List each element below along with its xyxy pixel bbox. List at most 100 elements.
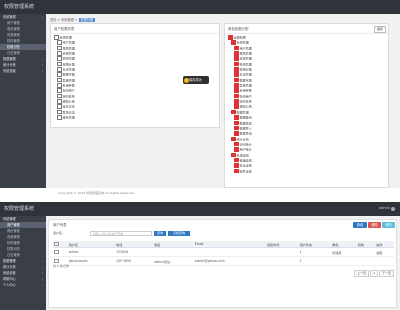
sidebar-item-label: 用户管理 <box>7 223 20 227</box>
add-button[interactable]: 新增 <box>353 222 367 228</box>
tree-node-label: 用户统计 <box>239 147 252 152</box>
tree-node-label: 数据导入 <box>239 126 252 131</box>
divider-strip: Copyright © 2016 权限管理系统 All Rights Reser… <box>0 188 400 202</box>
user-name[interactable]: admin <box>379 206 390 210</box>
checkbox-icon[interactable] <box>234 61 239 67</box>
table-cell <box>331 256 357 266</box>
save-button[interactable]: 保存 <box>374 26 386 33</box>
checkbox-icon[interactable] <box>234 157 239 163</box>
checkbox-icon[interactable] <box>234 131 239 136</box>
checkbox-icon[interactable] <box>234 147 239 152</box>
checkbox-icon[interactable] <box>57 109 62 115</box>
sidebar-item[interactable]: 个人中心 ‹ <box>0 282 46 288</box>
checkbox-icon[interactable] <box>57 45 62 51</box>
tree-node-label: 缓存管理 <box>62 115 75 120</box>
checkbox-icon[interactable] <box>57 77 62 83</box>
checkbox-icon[interactable] <box>231 40 236 45</box>
sidebar-item-label: 资源管理 <box>7 33 20 37</box>
table-cell: 1 <box>298 247 332 257</box>
page-button[interactable]: 下一页 <box>378 270 394 277</box>
checkbox-icon[interactable] <box>234 141 239 147</box>
select-all-checkbox[interactable] <box>54 241 59 247</box>
tree-node-label: 用户管理 <box>239 45 252 50</box>
edit-button[interactable]: 修改 <box>382 222 395 228</box>
breadcrumb-path[interactable]: 首页 > 系统管理 > <box>50 18 78 22</box>
checkbox-icon[interactable] <box>57 99 62 104</box>
checkbox-icon[interactable] <box>234 67 239 72</box>
table-cell <box>375 256 394 266</box>
row-checkbox[interactable] <box>54 258 59 264</box>
checkbox-icon[interactable] <box>234 45 239 51</box>
checkbox-icon[interactable] <box>234 125 239 131</box>
checkbox-icon[interactable] <box>234 56 239 61</box>
chevron-icon: ‹ <box>41 283 43 287</box>
checkbox-icon[interactable] <box>234 115 239 120</box>
table-cell: 123456 <box>115 247 154 257</box>
check-icon <box>184 77 189 83</box>
sidebar-item-label: 系统管理 <box>3 217 16 221</box>
table-row[interactable]: admin 123456 1 管理员 编辑 <box>53 247 394 257</box>
page-button[interactable]: 1 <box>370 270 378 277</box>
sidebar-item-label: 系统设置 <box>3 69 16 73</box>
tree-node-label: 系统管理 <box>59 35 72 40</box>
checkbox-icon[interactable] <box>228 35 233 40</box>
checkbox-icon[interactable] <box>57 104 62 109</box>
row-checkbox[interactable] <box>54 249 59 255</box>
checkbox-icon[interactable] <box>57 93 62 99</box>
checkbox-icon[interactable] <box>234 163 239 168</box>
tree-node[interactable]: 邮件设置 <box>228 168 385 174</box>
checkbox-icon[interactable] <box>57 40 62 45</box>
checkbox-icon[interactable] <box>234 93 239 99</box>
checkbox-icon[interactable] <box>234 99 239 104</box>
checkbox-icon[interactable] <box>234 83 239 88</box>
sidebar-item[interactable]: 系统设置 ‹ <box>0 68 46 74</box>
checkbox-icon[interactable] <box>57 115 62 120</box>
checkbox-icon[interactable] <box>234 120 239 125</box>
tree-node-label: 系统参数 <box>239 88 252 93</box>
table-cell <box>193 247 266 257</box>
tree-node-label: 操作日志 <box>62 104 75 109</box>
sidebar-item-label: 个人中心 <box>3 283 16 287</box>
checkbox-icon[interactable] <box>57 83 62 88</box>
sidebar: 权限管理系统 系统管理 ‹ 用户管理 角色管理 资源管理 机构管理 权限分配 日志管理 数据管理… <box>0 0 46 188</box>
checkbox-icon[interactable] <box>234 104 239 109</box>
checkbox-icon[interactable] <box>231 152 236 158</box>
tree-node[interactable]: 缓存管理 <box>54 115 216 120</box>
tree-node-label: 资源管理 <box>62 51 75 56</box>
sidebar-item-label: 统计分析 <box>3 63 16 67</box>
checkbox-icon[interactable] <box>234 88 239 93</box>
page-button[interactable]: 上一页 <box>354 270 370 277</box>
user-management-screen: 权限管理系统 系统管理 ‹ 用户管理 角色管理 资源管理 机构管理 权限分配 日志管理 数据管理… <box>0 202 400 310</box>
tree-node-label: 日志管理 <box>62 67 75 72</box>
checkbox-icon[interactable] <box>234 72 239 77</box>
checkbox-icon[interactable] <box>57 88 62 93</box>
sidebar-item-label: 机构管理 <box>7 241 20 245</box>
table-row[interactable]: jianshuquan 159 3694 admin测试 admin@yahoo.co… <box>53 256 394 266</box>
search-button[interactable]: 查询 <box>154 231 166 236</box>
advanced-search-button[interactable]: 高级查询 <box>168 231 190 236</box>
tree-node-label: 邮件设置 <box>239 168 252 173</box>
tree-node-label: 日志管理 <box>239 72 252 77</box>
table-cell <box>153 247 194 257</box>
table-cell: 管理员 <box>331 247 357 257</box>
checkbox-icon[interactable] <box>57 72 62 77</box>
tree-node-label: 权限分配 <box>239 67 252 72</box>
checkbox-icon[interactable] <box>234 51 239 56</box>
tree-node-label: 权限分配 <box>62 61 75 66</box>
checkbox-icon[interactable] <box>231 109 236 115</box>
tree-node-label: 菜单管理 <box>62 78 75 82</box>
checkbox-icon[interactable] <box>57 56 62 61</box>
checkbox-icon[interactable] <box>54 35 59 40</box>
checkbox-icon[interactable] <box>57 51 62 56</box>
tree-node-label: 用户管理 <box>62 40 75 45</box>
checkbox-icon[interactable] <box>234 77 239 83</box>
delete-button[interactable]: 删除 <box>368 222 381 228</box>
avatar[interactable] <box>391 207 395 211</box>
search-input[interactable]: 请输入用户名进行查询 <box>90 231 152 236</box>
checkbox-icon[interactable] <box>234 168 239 174</box>
tree-node-label: 系统管理 <box>236 40 249 45</box>
chevron-icon: ‹ <box>41 69 43 73</box>
checkbox-icon[interactable] <box>57 67 62 72</box>
checkbox-icon[interactable] <box>57 61 62 67</box>
checkbox-icon[interactable] <box>231 136 236 142</box>
